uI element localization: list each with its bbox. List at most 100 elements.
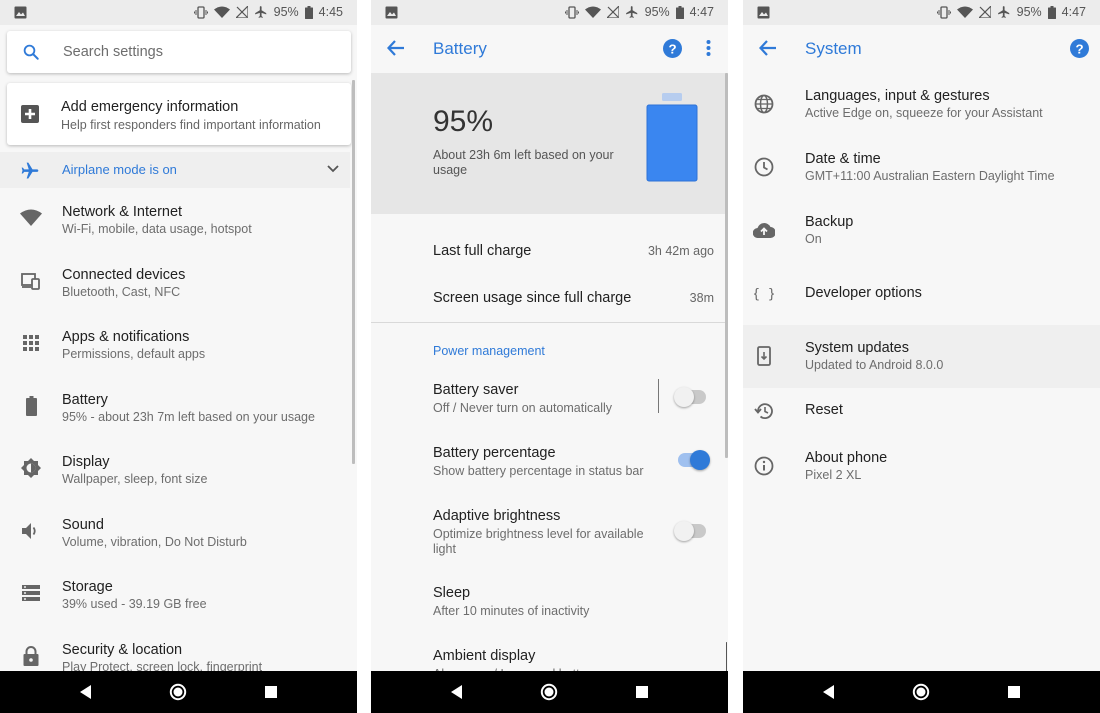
system-item-developer-options[interactable]: { } Developer options (743, 262, 1100, 325)
item-title: Date & time (805, 151, 881, 167)
no-signal-icon (235, 6, 248, 18)
navigation-bar (371, 671, 728, 713)
settings-item-apps[interactable]: Apps & notifications Permissions, defaul… (0, 313, 350, 376)
adaptive-brightness-item[interactable]: Adaptive brightness Optimize brightness … (371, 508, 728, 571)
help-icon[interactable]: ? (663, 39, 682, 58)
globe-icon (754, 94, 774, 114)
airplane-status-icon (625, 6, 637, 18)
home-nav-button[interactable] (158, 672, 198, 712)
back-nav-button[interactable] (437, 672, 477, 712)
system-item-backup[interactable]: Backup On (743, 199, 1100, 262)
sleep-item[interactable]: Sleep After 10 minutes of inactivity (371, 585, 728, 648)
back-arrow-icon[interactable] (759, 39, 777, 57)
clock: 4:47 (1061, 5, 1086, 19)
settings-item-connected-devices[interactable]: Connected devices Bluetooth, Cast, NFC (0, 251, 350, 314)
navigation-bar (0, 671, 357, 713)
recents-nav-button[interactable] (994, 672, 1034, 712)
svg-text:?: ? (668, 41, 676, 56)
system-item-date-time[interactable]: Date & time GMT+11:00 Australian Eastern… (743, 136, 1100, 199)
vibrate-icon (936, 5, 951, 19)
settings-item-sound[interactable]: Sound Volume, vibration, Do Not Disturb (0, 501, 350, 564)
search-icon (23, 44, 39, 60)
battery-screen: 95% 4:47 Battery ? 95% About 23h 6m left… (371, 0, 728, 713)
back-arrow-icon[interactable] (387, 39, 405, 57)
item-title: Adaptive brightness (433, 508, 561, 524)
scrollbar-track-end (726, 642, 727, 672)
status-bar: 95% 4:47 (371, 0, 728, 25)
settings-item-display[interactable]: Display Wallpaper, sleep, font size (0, 438, 350, 501)
no-signal-icon (978, 6, 991, 18)
system-item-reset[interactable]: Reset (743, 388, 1100, 435)
more-vert-icon[interactable] (706, 39, 711, 57)
battery-percent-status: 95% (644, 5, 670, 19)
emergency-info-card[interactable]: Add emergency information Help first res… (7, 83, 351, 145)
settings-item-subtitle: Permissions, default apps (62, 347, 206, 361)
item-title: Languages, input & gestures (805, 88, 990, 104)
settings-list: Network & Internet Wi-Fi, mobile, data u… (0, 188, 350, 688)
system-item-about-phone[interactable]: About phone Pixel 2 XL (743, 435, 1100, 498)
settings-item-storage[interactable]: Storage 39% used - 39.19 GB free (0, 563, 350, 626)
app-bar: Battery ? (371, 25, 728, 73)
settings-item-subtitle: Volume, vibration, Do Not Disturb (62, 534, 247, 549)
svg-text:{ }: { } (754, 287, 774, 301)
navigation-bar (743, 671, 1100, 713)
home-nav-button[interactable] (901, 672, 941, 712)
vibrate-icon (193, 5, 208, 19)
adaptive-brightness-toggle[interactable] (674, 521, 706, 541)
item-subtitle: Updated to Android 8.0.0 (805, 358, 944, 372)
settings-item-subtitle: Wallpaper, sleep, font size (62, 472, 208, 486)
back-nav-button[interactable] (809, 672, 849, 712)
battery-saver-item[interactable]: Battery saver Off / Never turn on automa… (371, 379, 728, 445)
battery-percentage-toggle[interactable] (678, 450, 710, 470)
volume-icon (22, 522, 36, 539)
system-update-icon (757, 346, 771, 366)
help-icon[interactable]: ? (1070, 39, 1089, 58)
system-item-system-updates[interactable]: System updates Updated to Android 8.0.0 (743, 325, 1100, 388)
search-input[interactable]: Search settings (7, 31, 351, 73)
clock-icon (754, 157, 774, 177)
item-title: Developer options (805, 285, 922, 301)
system-item-languages[interactable]: Languages, input & gestures Active Edge … (743, 73, 1100, 136)
item-subtitle: On (805, 232, 822, 246)
screen-usage-label: Screen usage since full charge (433, 290, 632, 306)
airplane-mode-label: Airplane mode is on (62, 162, 177, 177)
settings-item-title: Sound (62, 516, 104, 533)
wifi-icon (20, 209, 42, 226)
page-title: System (805, 39, 862, 58)
info-icon (754, 456, 774, 476)
emergency-title: Add emergency information (61, 99, 239, 115)
app-bar: System ? (743, 25, 1100, 73)
cloud-upload-icon (753, 223, 775, 238)
scrollbar[interactable] (352, 80, 355, 464)
home-circle-icon (541, 683, 558, 701)
image-notification-icon (757, 6, 770, 19)
battery-percentage-item[interactable]: Battery percentage Show battery percenta… (371, 445, 728, 508)
battery-saver-toggle[interactable] (674, 387, 706, 407)
battery-status-icon (675, 5, 684, 19)
item-subtitle: After 10 minutes of inactivity (433, 604, 590, 618)
clock: 4:47 (689, 5, 714, 19)
item-subtitle: Show battery percentage in status bar (433, 464, 644, 478)
scrollbar[interactable] (725, 73, 728, 458)
settings-item-network[interactable]: Network & Internet Wi-Fi, mobile, data u… (0, 188, 350, 251)
settings-item-subtitle: Bluetooth, Cast, NFC (62, 284, 181, 299)
chevron-down-icon[interactable] (326, 164, 340, 174)
recents-nav-button[interactable] (622, 672, 662, 712)
lock-icon (23, 645, 39, 666)
back-triangle-icon (823, 685, 835, 699)
settings-item-battery[interactable]: Battery 95% - about 23h 7m left based on… (0, 376, 350, 439)
battery-percent: 95% (433, 105, 494, 138)
last-full-charge-label: Last full charge (433, 243, 532, 259)
system-screen: 95% 4:47 System ? Languages, input & ges… (743, 0, 1100, 713)
recents-nav-button[interactable] (251, 672, 291, 712)
item-subtitle: Off / Never turn on automatically (433, 401, 613, 415)
settings-item-subtitle: 95% - about 23h 7m left based on your us… (62, 409, 315, 424)
settings-screen: 95% 4:45 Search settings Add emergency i… (0, 0, 357, 713)
emergency-subtitle: Help first responders find important inf… (61, 118, 321, 132)
brightness-icon (21, 458, 41, 478)
item-title: Sleep (433, 585, 471, 601)
back-nav-button[interactable] (66, 672, 106, 712)
airplane-mode-banner[interactable]: Airplane mode is on (0, 152, 350, 188)
item-subtitle: Active Edge on, squeeze for your Assista… (805, 106, 1043, 120)
home-nav-button[interactable] (529, 672, 569, 712)
